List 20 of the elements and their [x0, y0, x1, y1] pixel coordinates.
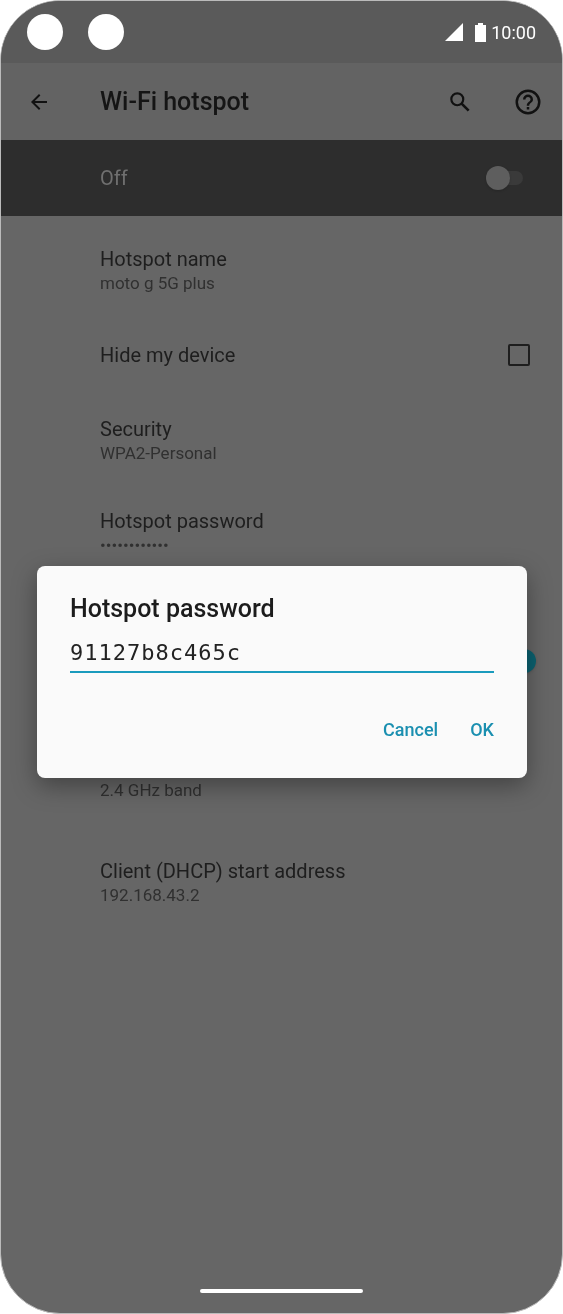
camera-cutout	[27, 14, 63, 50]
dialog-action[interactable]: OK	[458, 711, 506, 747]
password-field[interactable]: 91127b8c465c	[70, 636, 494, 673]
setting-title: Security	[100, 416, 173, 442]
camera-cutout	[88, 14, 124, 50]
setting-title: Hotspot name	[100, 246, 227, 272]
main-switch-bar[interactable]: Off	[1, 140, 562, 216]
dialog-action[interactable]: Cancel	[371, 711, 451, 747]
battery-icon	[475, 22, 487, 42]
status-time: 10:00	[491, 20, 536, 45]
setting-value: ••••••••••••	[100, 534, 170, 556]
setting-title: Client (DHCP) start address	[100, 858, 346, 884]
switch-label: Off	[100, 165, 128, 192]
setting-title: Hide my device	[100, 342, 236, 368]
dialog-title: Hotspot password	[70, 593, 276, 625]
checkbox[interactable]	[508, 344, 530, 366]
page-title: Wi-Fi hotspot	[100, 85, 250, 118]
signal-icon	[445, 23, 464, 41]
setting-row[interactable]: Hide my device	[1, 316, 562, 394]
setting-title: Hotspot password	[100, 508, 264, 534]
